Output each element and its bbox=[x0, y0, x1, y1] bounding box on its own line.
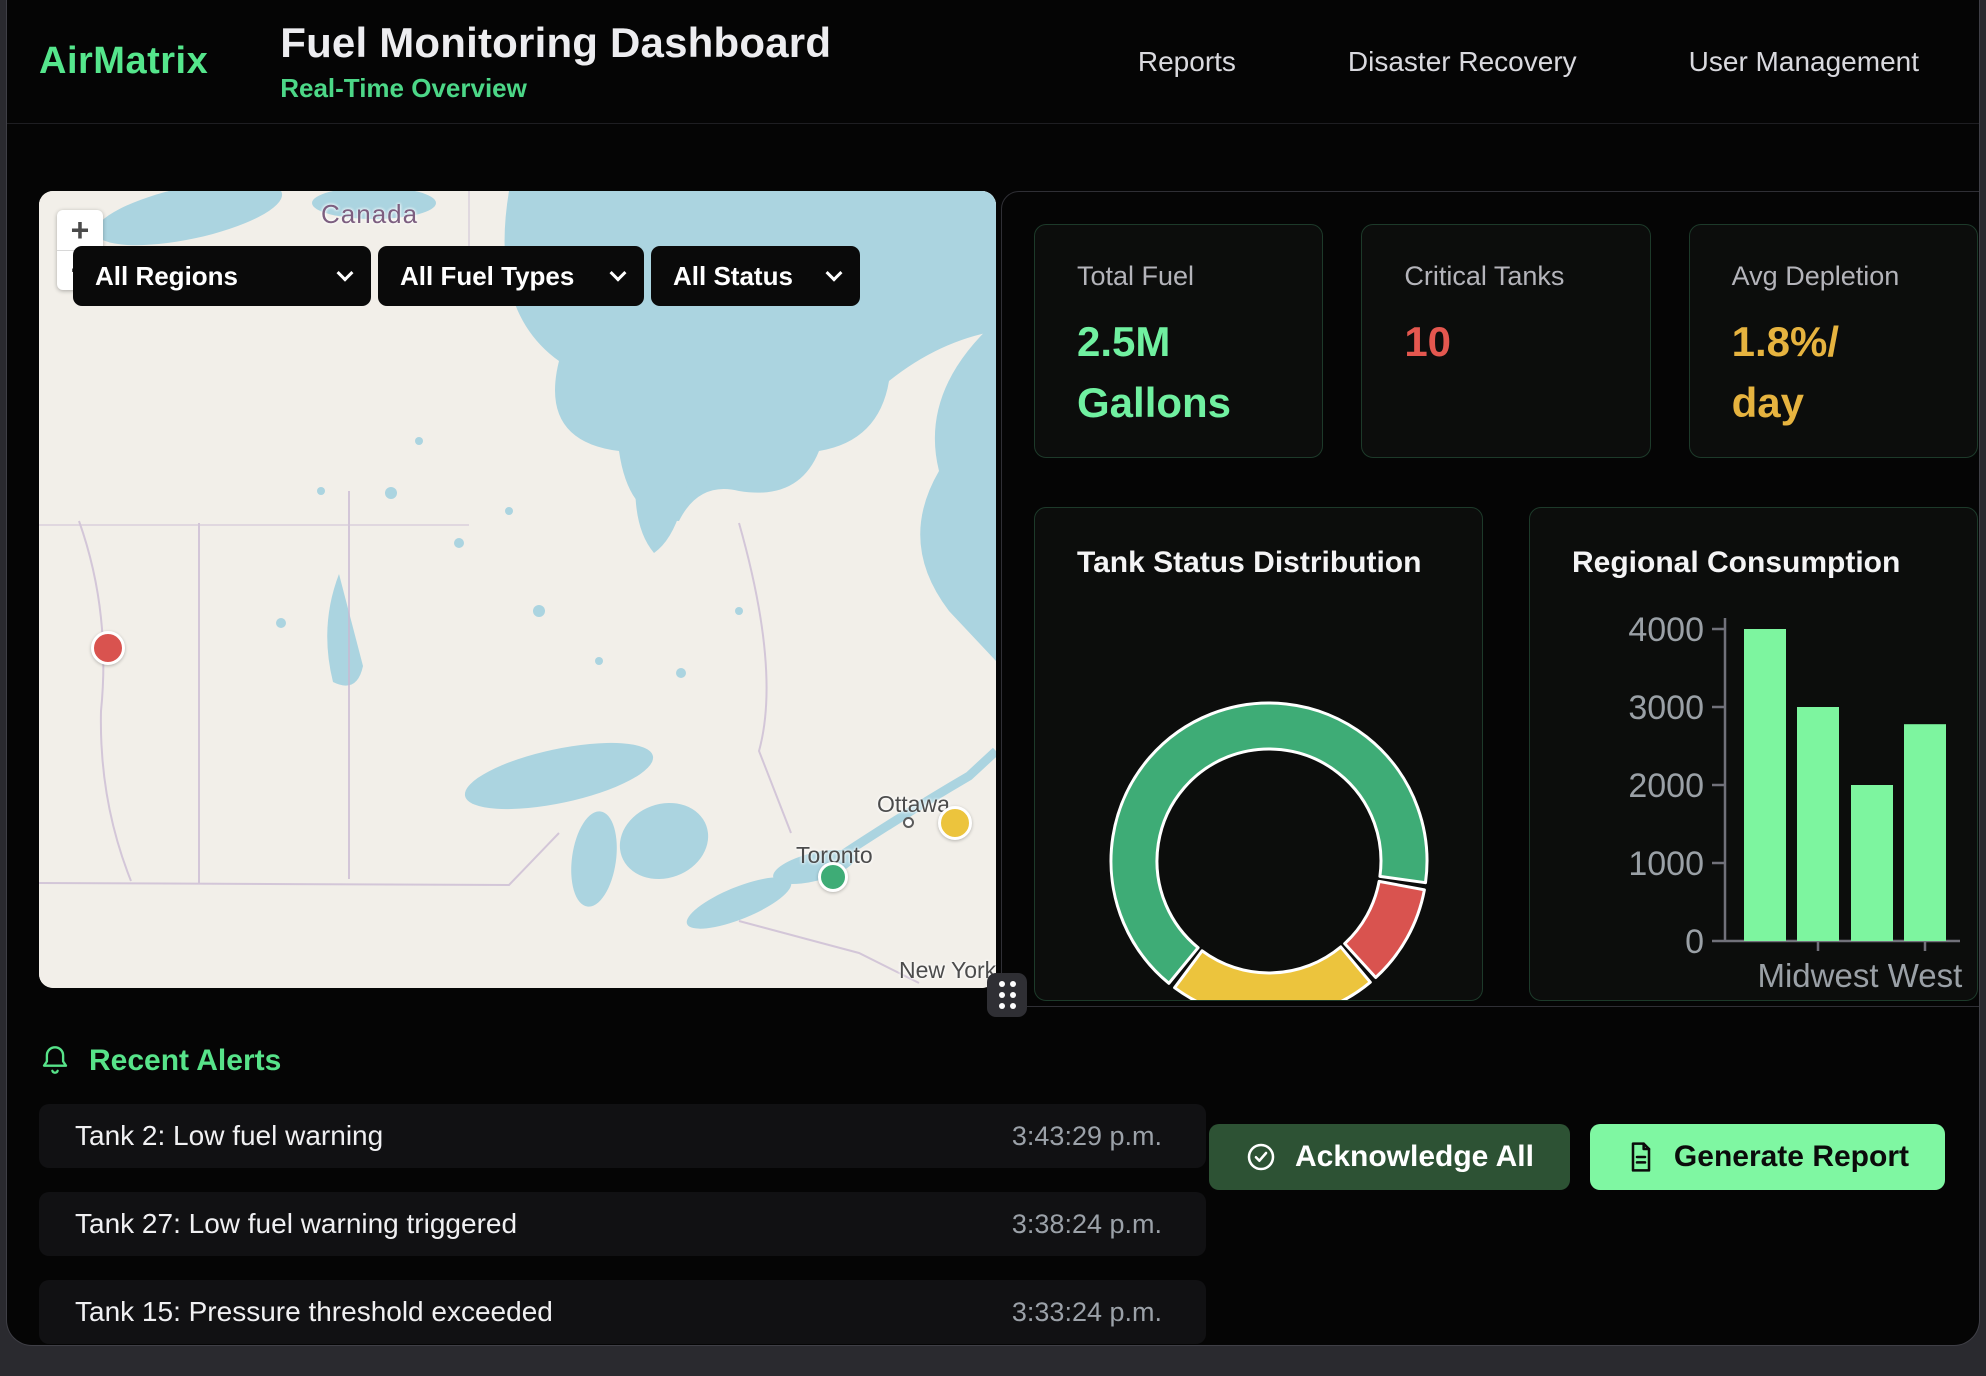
chevron-down-icon bbox=[610, 265, 627, 282]
top-bar: AirMatrix Fuel Monitoring Dashboard Real… bbox=[7, 0, 1979, 124]
grip-icon[interactable] bbox=[987, 973, 1027, 1017]
fuel-map[interactable]: Canada Ottawa Toronto New York + − All R… bbox=[39, 191, 996, 988]
stat-card-critical-tanks: Critical Tanks 10 bbox=[1361, 224, 1650, 458]
stats-row: Total Fuel 2.5M Gallons Critical Tanks 1… bbox=[1034, 224, 1978, 458]
bar-0[interactable] bbox=[1744, 629, 1786, 941]
alert-list: Tank 2: Low fuel warning3:43:29 p.m.Tank… bbox=[39, 1104, 1206, 1344]
donut-segment-warning[interactable] bbox=[1175, 947, 1371, 1001]
bar-west[interactable] bbox=[1904, 724, 1946, 941]
check-circle-icon bbox=[1245, 1141, 1277, 1173]
alert-message: Tank 27: Low fuel warning triggered bbox=[75, 1208, 517, 1240]
stat-card-total-fuel: Total Fuel 2.5M Gallons bbox=[1034, 224, 1323, 458]
tank-status-chart-card: Tank Status Distribution bbox=[1034, 507, 1483, 1001]
region-filter-dropdown[interactable]: All Regions bbox=[73, 246, 371, 306]
alert-time: 3:33:24 p.m. bbox=[1012, 1297, 1162, 1328]
bar-2[interactable] bbox=[1851, 785, 1893, 941]
map-label-new-york: New York bbox=[899, 957, 996, 984]
donut-svg bbox=[1057, 556, 1481, 1001]
map-marker-critical[interactable] bbox=[91, 631, 125, 665]
map-marker-warning[interactable] bbox=[938, 806, 972, 840]
charts-row: Tank Status Distribution Regional Consum… bbox=[1034, 507, 1978, 1001]
stat-label: Avg Depletion bbox=[1732, 261, 1935, 292]
document-icon bbox=[1626, 1141, 1656, 1173]
map-label-canada: Canada bbox=[321, 199, 418, 230]
nav-item-user-management[interactable]: User Management bbox=[1689, 46, 1919, 78]
regional-consumption-bar-chart: 0 1000 2000 3000 4000 Midwest West bbox=[1586, 582, 1977, 1001]
y-tick-label: 1000 bbox=[1628, 845, 1704, 883]
acknowledge-all-button[interactable]: Acknowledge All bbox=[1209, 1124, 1570, 1190]
stat-value: 2.5M Gallons bbox=[1077, 312, 1280, 434]
ottawa-town-dot bbox=[903, 817, 914, 828]
app-shell: AirMatrix Fuel Monitoring Dashboard Real… bbox=[6, 0, 1980, 1346]
bar-midwest[interactable] bbox=[1797, 707, 1839, 941]
alerts-heading-label: Recent Alerts bbox=[89, 1044, 281, 1078]
bell-icon bbox=[39, 1044, 71, 1078]
map-marker-normal[interactable] bbox=[818, 862, 848, 892]
generate-report-label: Generate Report bbox=[1674, 1140, 1909, 1174]
stat-label: Critical Tanks bbox=[1404, 261, 1607, 292]
main-content: Canada Ottawa Toronto New York + − All R… bbox=[7, 124, 1979, 1007]
recent-alerts-section: Recent Alerts Tank 2: Low fuel warning 3:… bbox=[7, 1007, 1979, 1344]
stat-card-avg-depletion: Avg Depletion 1.8%/ day bbox=[1689, 224, 1978, 458]
nav-item-disaster-recovery[interactable]: Disaster Recovery bbox=[1348, 46, 1577, 78]
tank-status-donut-chart bbox=[1057, 556, 1482, 1001]
regional-consumption-chart-card: Regional Consumption 0 1000 2000 3000 4000 Mi… bbox=[1529, 507, 1978, 1001]
map-label-ottawa: Ottawa bbox=[877, 791, 950, 818]
alert-actions: Acknowledge All Generate Report bbox=[1209, 1124, 1945, 1190]
fuel-type-filter-dropdown[interactable]: All Fuel Types bbox=[378, 246, 644, 306]
nav-item-reports[interactable]: Reports bbox=[1138, 46, 1236, 78]
stat-label: Total Fuel bbox=[1077, 261, 1280, 292]
alert-time: 3:38:24 p.m. bbox=[1012, 1209, 1162, 1240]
y-tick-label: 4000 bbox=[1628, 611, 1704, 649]
map-wrap: Canada Ottawa Toronto New York + − All R… bbox=[39, 191, 996, 988]
map-filters: All Regions All Fuel Types All Status bbox=[73, 246, 860, 306]
generate-report-button[interactable]: Generate Report bbox=[1590, 1124, 1945, 1190]
chart-title: Regional Consumption bbox=[1572, 546, 1977, 580]
alert-time: 3:43:29 p.m. bbox=[1012, 1121, 1162, 1152]
app-logo: AirMatrix bbox=[39, 40, 208, 83]
alert-message: Tank 2: Low fuel warning bbox=[75, 1120, 383, 1152]
alert-message: Tank 15: Pressure threshold exceeded bbox=[75, 1296, 553, 1328]
alerts-heading: Recent Alerts bbox=[39, 1044, 1951, 1078]
donut-segment-critical[interactable] bbox=[1345, 881, 1425, 977]
x-tick-label: Midwest bbox=[1757, 957, 1878, 994]
page-subtitle: Real-Time Overview bbox=[280, 73, 831, 104]
acknowledge-all-label: Acknowledge All bbox=[1295, 1140, 1534, 1174]
metrics-panel: Total Fuel 2.5M Gallons Critical Tanks 1… bbox=[1001, 191, 1980, 1007]
alert-row[interactable]: Tank 2: Low fuel warning 3:43:29 p.m. bbox=[39, 1104, 1206, 1168]
page-title: Fuel Monitoring Dashboard bbox=[280, 19, 831, 67]
top-nav: Reports Disaster Recovery User Managemen… bbox=[1138, 46, 1919, 78]
title-block: Fuel Monitoring Dashboard Real-Time Over… bbox=[280, 19, 831, 104]
x-tick-label: West bbox=[1888, 957, 1963, 994]
bar-svg: 0 1000 2000 3000 4000 Midwest West bbox=[1586, 582, 1978, 1001]
stat-value: 10 bbox=[1404, 312, 1607, 373]
fuel-type-filter-value: All Fuel Types bbox=[400, 261, 574, 292]
y-tick-label: 2000 bbox=[1628, 767, 1704, 805]
zoom-in-button[interactable]: + bbox=[57, 210, 103, 250]
status-filter-dropdown[interactable]: All Status bbox=[651, 246, 860, 306]
region-filter-value: All Regions bbox=[95, 261, 238, 292]
stat-value: 1.8%/ day bbox=[1732, 312, 1935, 434]
alert-row[interactable]: Tank 15: Pressure threshold exceeded 3:33… bbox=[39, 1280, 1206, 1344]
alert-row[interactable]: Tank 27: Low fuel warning triggered 3:38:… bbox=[39, 1192, 1206, 1256]
chevron-down-icon bbox=[337, 265, 354, 282]
y-tick-label: 0 bbox=[1685, 923, 1704, 961]
y-tick-label: 3000 bbox=[1628, 689, 1704, 727]
chevron-down-icon bbox=[826, 265, 843, 282]
status-filter-value: All Status bbox=[673, 261, 793, 292]
